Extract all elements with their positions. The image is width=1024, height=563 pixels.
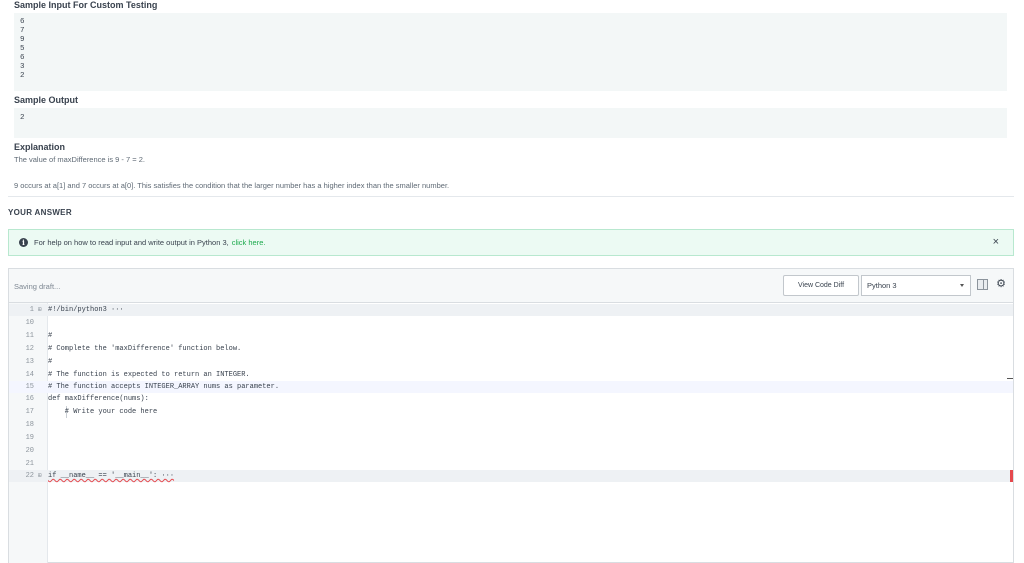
code-line[interactable]: 13 #: [9, 356, 1013, 368]
info-icon: i: [19, 238, 28, 247]
line-number: 16: [25, 395, 34, 403]
sample-output-title: Sample Output: [14, 95, 79, 105]
error-marker: [1010, 470, 1013, 482]
line-number: 10: [25, 319, 34, 327]
sample-output-box: 2: [14, 108, 1007, 138]
save-status: Saving draft...: [14, 282, 61, 291]
code-line[interactable]: 22 ⊞ if __name__ == '__main__': ···: [9, 470, 1013, 482]
line-number: 12: [25, 345, 34, 353]
your-answer-heading: YOUR ANSWER: [8, 208, 72, 217]
code-text: # Write your code here: [48, 408, 158, 416]
code-text: if __name__ == '__main__': ···: [48, 472, 175, 480]
sample-input-line: 3: [20, 63, 25, 71]
code-line[interactable]: 21: [9, 458, 1013, 470]
code-text: # Complete the 'maxDifference' function …: [48, 345, 242, 353]
sample-input-box: 6 7 9 5 6 3 2: [14, 13, 1007, 91]
sample-input-line: 7: [20, 27, 25, 35]
code-line[interactable]: 16 def maxDifference(nums):: [9, 393, 1013, 405]
chevron-down-icon: [960, 284, 964, 287]
code-text: #: [48, 332, 53, 340]
code-line[interactable]: 10: [9, 317, 1013, 329]
code-line[interactable]: 11 #: [9, 330, 1013, 342]
code-line[interactable]: 19: [9, 432, 1013, 444]
sample-input-line: 2: [20, 72, 25, 80]
line-number: 21: [25, 460, 34, 468]
scroll-marker: [1007, 378, 1013, 379]
code-editor: Saving draft... View Code Diff Python 3 …: [8, 268, 1014, 563]
layout-toggle-icon[interactable]: [977, 279, 988, 290]
code-line[interactable]: 15 # The function accepts INTEGER_ARRAY …: [9, 378, 1013, 393]
sample-input-line: 6: [20, 18, 25, 26]
code-text: def maxDifference(nums):: [48, 395, 149, 403]
code-line[interactable]: 12 # Complete the 'maxDifference' functi…: [9, 343, 1013, 355]
line-number: 20: [25, 447, 34, 455]
fold-icon[interactable]: ⊞: [38, 470, 42, 482]
language-select[interactable]: Python 3: [861, 275, 971, 296]
code-line[interactable]: 14 # The function is expected to return …: [9, 369, 1013, 381]
line-number: 22: [25, 472, 34, 480]
code-line[interactable]: 18: [9, 419, 1013, 431]
code-line[interactable]: 20: [9, 445, 1013, 457]
section-divider: [8, 196, 1014, 197]
view-code-diff-button[interactable]: View Code Diff: [783, 275, 859, 296]
code-line[interactable]: 1 ⊞ #!/bin/python3 ···: [9, 304, 1013, 316]
line-number: 15: [25, 383, 34, 391]
editor-toolbar: Saving draft... View Code Diff Python 3 …: [9, 269, 1013, 303]
sample-input-line: 5: [20, 45, 25, 53]
code-text: # The function is expected to return an …: [48, 371, 250, 379]
sample-input-line: 6: [20, 54, 25, 62]
explanation-text-2: 9 occurs at a[1] and 7 occurs at a[0]. T…: [14, 181, 450, 190]
help-link[interactable]: click here.: [232, 238, 266, 247]
code-text: #!/bin/python3 ···: [48, 306, 124, 314]
fold-icon[interactable]: ⊞: [38, 304, 42, 316]
code-text: #: [48, 358, 53, 366]
explanation-text-1: The value of maxDifference is 9 - 7 = 2.: [14, 155, 145, 164]
line-number: 17: [25, 408, 34, 416]
line-number: 18: [25, 421, 34, 429]
sample-input-title: Sample Input For Custom Testing: [14, 0, 158, 10]
code-area[interactable]: 1 ⊞ #!/bin/python3 ··· 10 11 # 12 # Comp…: [9, 303, 1013, 563]
line-number: 14: [25, 371, 34, 379]
line-number: 11: [25, 332, 34, 340]
language-select-value: Python 3: [867, 281, 897, 290]
line-number: 19: [25, 434, 34, 442]
help-text: For help on how to read input and write …: [34, 238, 229, 247]
help-banner: i For help on how to read input and writ…: [8, 229, 1014, 256]
code-text: # The function accepts INTEGER_ARRAY num…: [48, 383, 280, 391]
code-line[interactable]: 17 # Write your code here: [9, 406, 1013, 418]
line-number: 1: [29, 306, 34, 314]
sample-input-line: 9: [20, 36, 25, 44]
explanation-title: Explanation: [14, 142, 66, 152]
line-number: 13: [25, 358, 34, 366]
sample-output-line: 2: [20, 114, 25, 122]
gear-icon[interactable]: ⚙: [995, 278, 1007, 290]
close-icon[interactable]: ×: [993, 236, 999, 248]
